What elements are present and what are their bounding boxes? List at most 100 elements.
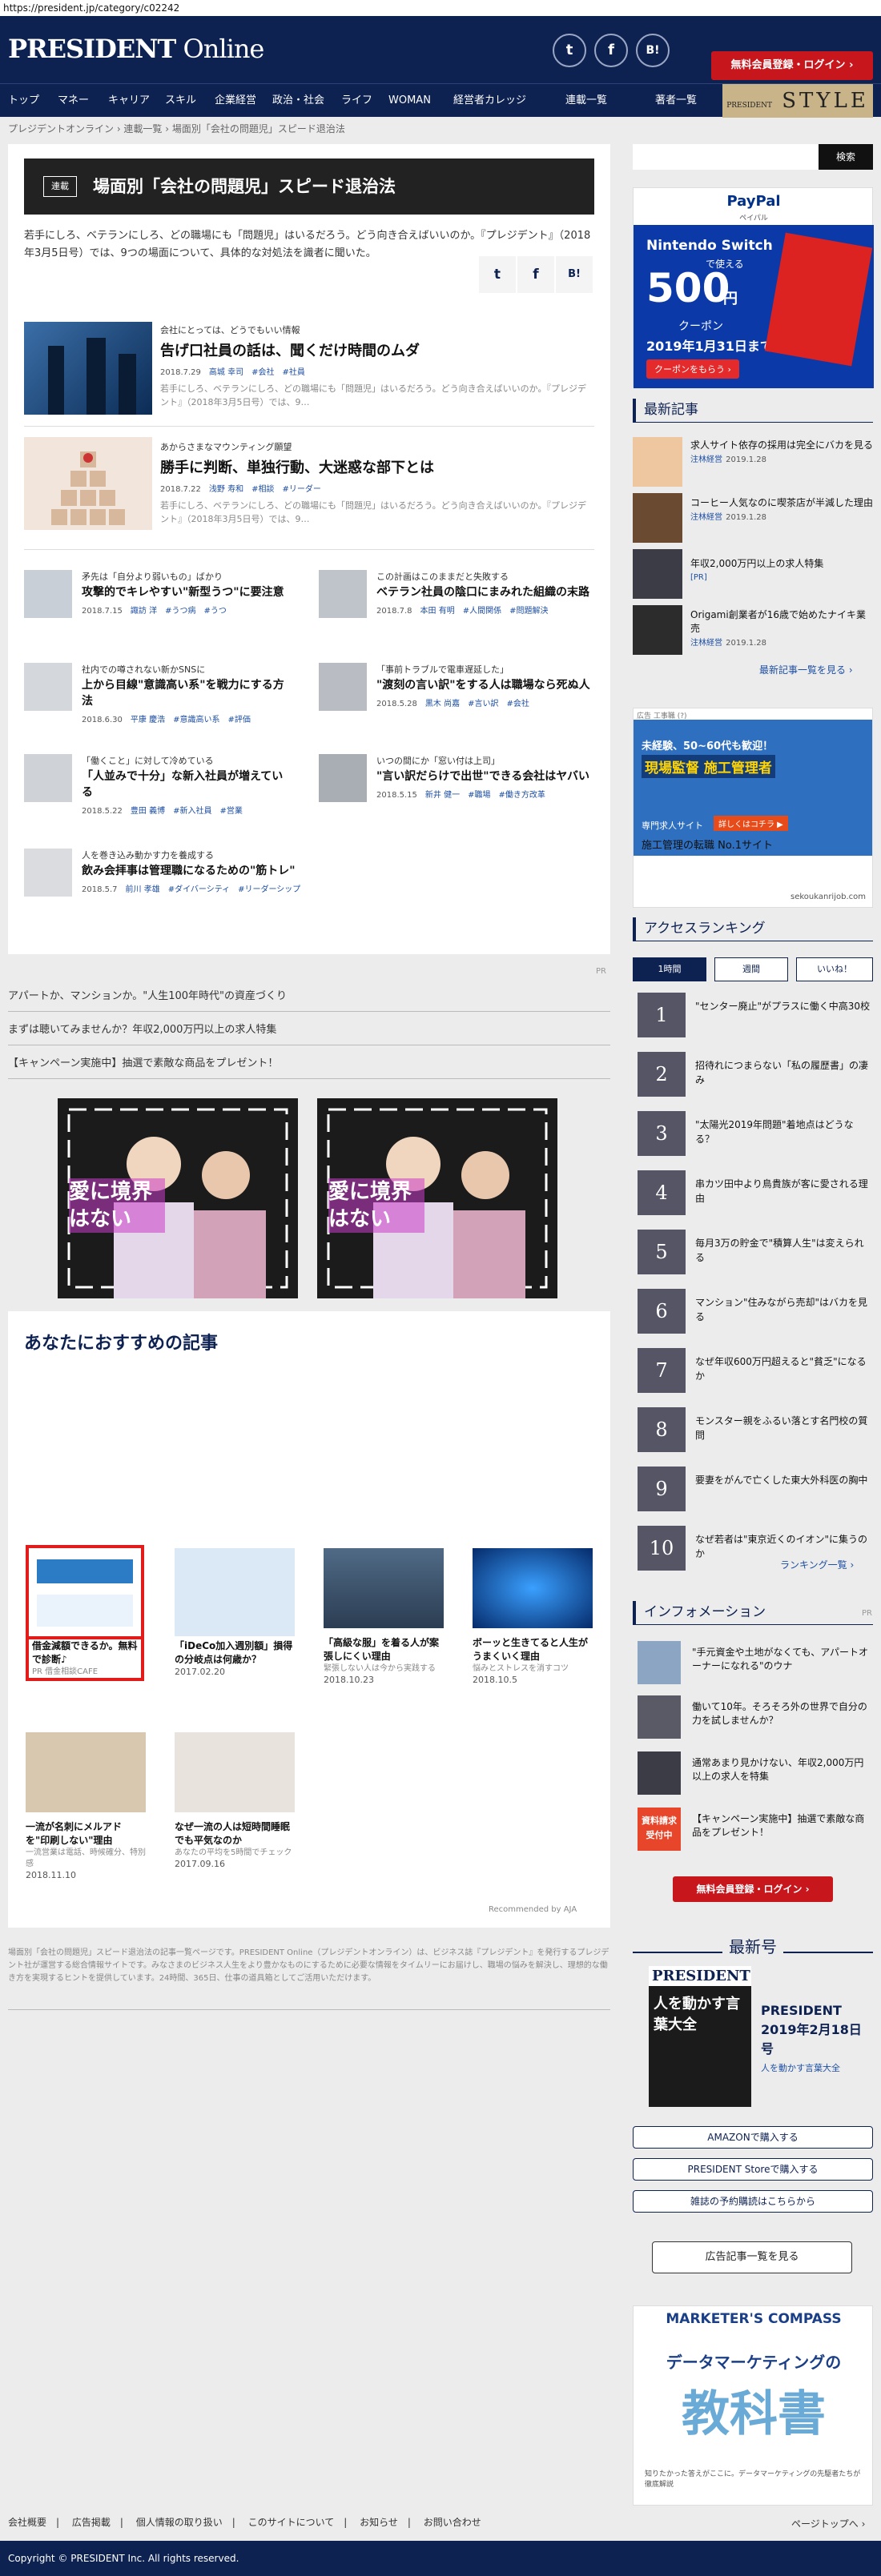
recommend-item[interactable]: 一流が名刺にメルアドを"印刷しない"理由 一流営業は電話、時候確分、特別感 20… (26, 1820, 146, 1880)
share-twitter-icon[interactable]: t (479, 256, 516, 293)
rank-title[interactable]: "センター廃止"がプラスに働く中高30校 (695, 999, 871, 1013)
recommend-item[interactable]: 借金減額できるか。無料で診断♪ PR 借金相談CAFE (26, 1636, 144, 1681)
news-item[interactable]: コーヒー人気なのに喫茶店が半減した理由 注林経営 2019.1.28 (690, 496, 873, 523)
tab-like[interactable]: いいね！ (796, 957, 873, 981)
recommend-caption[interactable]: 「iDeCo加入週別額」損得の分岐点は何歳か？ (175, 1639, 295, 1667)
article-title[interactable]: 告げ口社員の話は、聞くだけ時間のムダ (160, 339, 593, 360)
article-item[interactable]: 「働くこと」に対して冷めている 「人並みで十分」な新入社員が増えている 2018… (82, 754, 292, 816)
article-thumbnail[interactable] (319, 754, 367, 802)
url-bar[interactable]: https://president.jp/category/c02242 (0, 0, 881, 16)
rank-title[interactable]: 招待れにつまらない「私の履歴書」の凄み (695, 1058, 871, 1087)
article-title[interactable]: ベテラン社員の陰口にまみれた組織の末路 (376, 584, 593, 600)
rank-title[interactable]: モンスター親をふるい落とす名門校の質問 (695, 1414, 871, 1442)
nav-item[interactable]: キャリア (108, 84, 150, 118)
news-item[interactable]: 求人サイト依存の採用は完全にバカを見る 注林経営 2019.1.28 (690, 439, 873, 465)
recommend-thumbnail[interactable] (26, 1732, 146, 1812)
amazon-buy-button[interactable]: AMAZONで購入する (633, 2126, 873, 2149)
rank-title[interactable]: 要妻をがんで亡くした東大外科医の胸中 (695, 1473, 871, 1487)
info-item[interactable]: "手元資金や土地がなくても、アパートオーナーになれる"のウナ (692, 1646, 873, 1673)
rank-title[interactable]: マンション"住みながら売却"はバカを見る (695, 1295, 871, 1324)
rank-title[interactable]: なぜ年収600万円超えると"貧乏"になるか (695, 1354, 871, 1383)
info-thumbnail[interactable] (638, 1641, 681, 1684)
news-item[interactable]: 年収2,000万円以上の求人特集 [PR] (690, 557, 873, 583)
recommend-caption[interactable]: ボーッと生きてると人生がうまくいく理由 (473, 1636, 593, 1663)
footer-link[interactable]: このサイトについて (248, 2517, 335, 2528)
site-logo[interactable]: PRESIDENT Online (8, 34, 264, 64)
ranking-item[interactable]: 4 串カツ田中より鳥貴族が客に愛される理由 (633, 1170, 873, 1215)
ad-cta-button[interactable]: 詳しくはコチラ ▶ (714, 816, 788, 831)
article-title[interactable]: 攻撃的でキレやすい"新型うつ"に要注意 (82, 584, 292, 600)
recommend-caption[interactable]: 「高級な服」を着る人が案張しにくい理由 (324, 1636, 444, 1663)
article-title[interactable]: "言い訳だらけで出世"できる会社はヤバい (376, 768, 593, 784)
footer-link[interactable]: お問い合わせ (424, 2517, 481, 2528)
nav-item[interactable]: スキル (165, 84, 196, 118)
rank-title[interactable]: "太陽光2019年問題"着地点はどうなる？ (695, 1117, 871, 1146)
search-input[interactable] (633, 144, 819, 170)
news-title[interactable]: コーヒー人気なのに喫茶店が半減した理由 (690, 496, 873, 510)
hatena-icon[interactable]: B! (636, 34, 670, 67)
recommend-credit[interactable]: Recommended by AJA (489, 1905, 577, 1914)
news-thumbnail[interactable] (633, 549, 682, 599)
article-thumbnail[interactable] (319, 663, 367, 711)
article-thumbnail[interactable] (24, 570, 72, 618)
article-item[interactable]: 社内での噂されない新かSNSに 上から目線"意識高い系"を戦力にする方法 201… (82, 663, 292, 724)
recommend-thumbnail[interactable] (175, 1548, 295, 1636)
store-buy-button[interactable]: PRESIDENT Storeで購入する (633, 2158, 873, 2181)
info-thumbnail[interactable] (638, 1751, 681, 1795)
article-title[interactable]: 飲み会拝事は管理職になるための"筋トレ" (82, 863, 303, 879)
magazine-cover[interactable]: PRESIDENT 人を動かす言葉大全 (649, 1966, 751, 2107)
ranking-item[interactable]: 1 "センター廃止"がプラスに働く中高30校 (633, 993, 873, 1037)
ad-list-button[interactable]: 広告記事一覧を見る (652, 2241, 852, 2273)
pr-link[interactable]: アパートか、マンションか。"人生100年時代"の資産づくり (8, 981, 610, 1012)
recommend-thumbnail[interactable] (324, 1548, 444, 1628)
article-thumbnail[interactable] (24, 754, 72, 802)
page-top-link[interactable]: ページトップへ › (791, 2517, 865, 2530)
banner-ad[interactable]: 愛に境界はない (58, 1098, 298, 1298)
recommend-caption[interactable]: 一流が名刺にメルアドを"印刷しない"理由 (26, 1820, 146, 1848)
nav-item[interactable]: ライフ (341, 84, 372, 118)
info-thumbnail[interactable] (638, 1695, 681, 1739)
ranking-item[interactable]: 7 なぜ年収600万円超えると"貧乏"になるか (633, 1348, 873, 1393)
register-login-button[interactable]: 無料会員登録・ログイン › (673, 1876, 833, 1902)
coupon-button[interactable]: クーポンをもらう › (646, 359, 739, 379)
article-item[interactable]: この計画はこのままだと失敗する ベテラン社員の陰口にまみれた組織の末路 2018… (376, 570, 593, 616)
ranking-item[interactable]: 8 モンスター親をふるい落とす名門校の質問 (633, 1407, 873, 1452)
footer-link[interactable]: お知らせ (360, 2517, 398, 2528)
news-title[interactable]: 求人サイト依存の採用は完全にバカを見る (690, 439, 873, 452)
nav-author-list[interactable]: 著者一覧 (655, 84, 697, 118)
footer-link[interactable]: 個人情報の取り扱い (136, 2517, 223, 2528)
twitter-icon[interactable]: t (553, 34, 586, 67)
news-thumbnail[interactable] (633, 437, 682, 487)
rank-title[interactable]: 毎月3万の貯金で"積算人生"は変えられる (695, 1236, 871, 1265)
pr-link[interactable]: 【キャンペーン実施中】抽選で素敵な商品をプレゼント！ (8, 1049, 610, 1079)
recommend-thumbnail[interactable] (473, 1548, 593, 1628)
facebook-icon[interactable]: f (594, 34, 628, 67)
article-item[interactable]: いつの間にか「窓い付は上司」 "言い訳だらけで出世"できる会社はヤバい 2018… (376, 754, 593, 800)
article-thumbnail[interactable] (319, 570, 367, 618)
ranking-more-link[interactable]: ランキング一覧 › (780, 1558, 854, 1571)
ranking-item[interactable]: 2 招待れにつまらない「私の履歴書」の凄み (633, 1052, 873, 1097)
info-badge[interactable]: 資料請求受付中 (638, 1808, 681, 1851)
footer-link[interactable]: 広告掲載 (72, 2517, 111, 2528)
info-item[interactable]: 働いて10年。そろそろ外の世界で自分の力を試しませんか？ (692, 1700, 873, 1727)
banner-ad[interactable]: 愛に境界はない (317, 1098, 557, 1298)
marketers-ad[interactable]: MARKETER'S COMPASS データマーケティングの 教科書 知りたかっ… (633, 2305, 873, 2506)
article-item[interactable]: 人を巻き込み動かす力を養成する 飲み会拝事は管理職になるための"筋トレ" 201… (82, 849, 303, 894)
article-title[interactable]: 「人並みで十分」な新入社員が増えている (82, 768, 292, 800)
share-hatena-icon[interactable]: B! (556, 256, 593, 293)
news-thumbnail[interactable] (633, 493, 682, 543)
article-thumbnail[interactable] (24, 437, 152, 530)
article-title[interactable]: 勝手に判断、単独行動、大迷惑な部下とは (160, 456, 593, 477)
recommend-item[interactable]: ボーッと生きてると人生がうまくいく理由 悩みとストレスを消すコツ 2018.10… (473, 1636, 593, 1685)
article-thumbnail[interactable] (24, 322, 152, 415)
recommend-caption[interactable]: 借金減額できるか。無料で診断♪ (32, 1639, 138, 1667)
pr-link[interactable]: まずは聴いてみませんか？年収2,000万円以上の求人特集 (8, 1015, 610, 1045)
recommend-thumbnail[interactable] (26, 1545, 144, 1639)
recommend-item[interactable]: 「高級な服」を着る人が案張しにくい理由 緊張しない人は今から実践する 2018.… (324, 1636, 444, 1685)
info-item[interactable]: 通常あまり見かけない、年収2,000万円以上の求人を特集 (692, 1756, 873, 1784)
nav-item[interactable]: 企業経営 (215, 84, 256, 118)
recommend-item[interactable]: なぜ一流の人は短時間睡眠でも平気なのか あなたの平均を5時間でチェック 2017… (175, 1820, 295, 1869)
news-more-link[interactable]: 最新記事一覧を見る › (759, 663, 853, 676)
news-title[interactable]: Origami創業者が16歳で始めたナイキ業売 (690, 608, 873, 636)
article-title[interactable]: 上から目線"意識高い系"を戦力にする方法 (82, 677, 292, 709)
